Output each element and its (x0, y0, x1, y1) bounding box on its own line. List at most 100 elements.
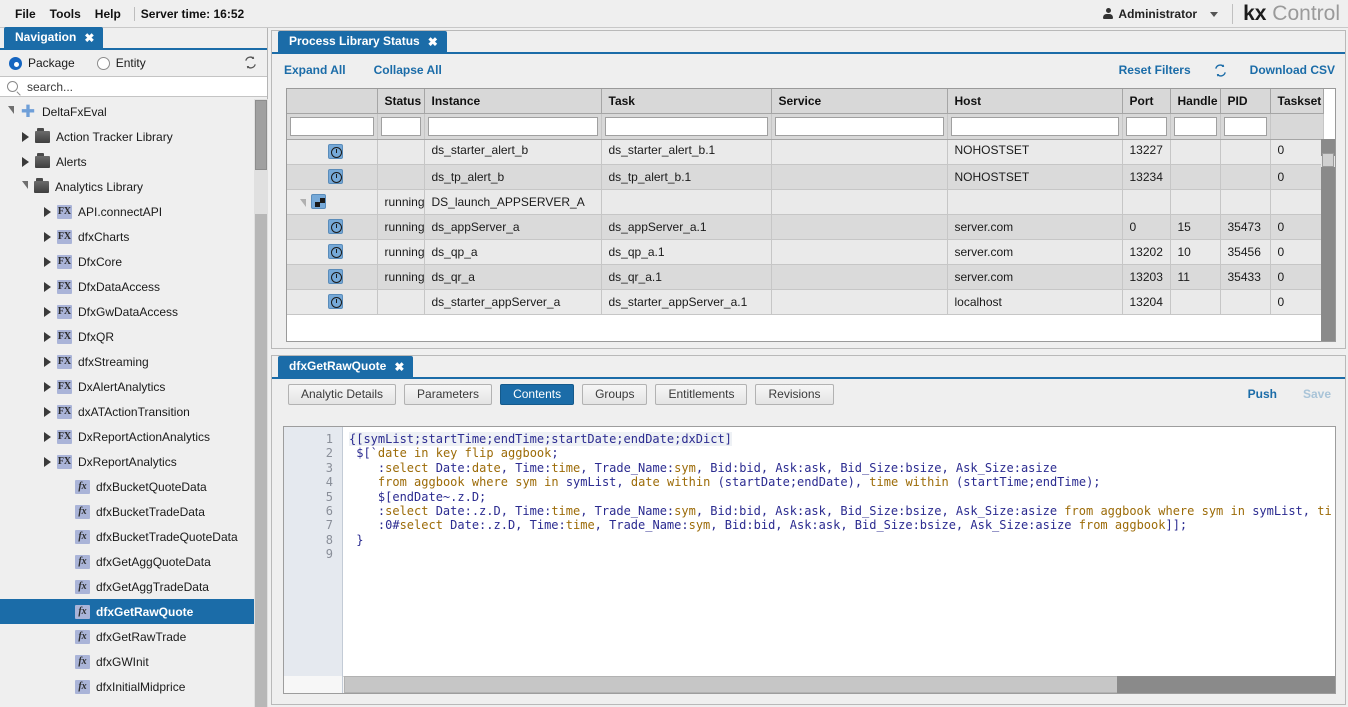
table-cell-icon[interactable] (287, 289, 378, 315)
close-icon[interactable]: ✖ (394, 361, 404, 373)
tree-item-dxalertanalytics[interactable]: FX DxAlertAnalytics (0, 374, 268, 399)
tree-item-dxreportactionanalytics[interactable]: FX DxReportActionAnalytics (0, 424, 268, 449)
chevron-right-icon[interactable] (44, 431, 51, 442)
tree-item-dfxgwdataaccess[interactable]: FX DfxGwDataAccess (0, 299, 268, 324)
table-row[interactable]: running DS_launch_APPSERVER_A (287, 189, 1324, 215)
tree-item-dfxstreaming[interactable]: FX dfxStreaming (0, 349, 268, 374)
close-icon[interactable]: ✖ (84, 32, 94, 44)
table-filter-input[interactable] (950, 116, 1119, 136)
tree-item-analytics-library[interactable]: Analytics Library (0, 174, 268, 199)
radio-package[interactable]: Package (9, 56, 75, 70)
reset-filters-button[interactable]: Reset Filters (1119, 63, 1191, 77)
table-column-header-pid[interactable]: PID (1220, 89, 1271, 114)
table-filter-cell-pid[interactable] (1220, 113, 1271, 140)
clock-icon[interactable] (328, 294, 343, 309)
code-editor[interactable]: 123456789 {[symList;startTime;endTime;st… (283, 426, 1336, 694)
chevron-right-icon[interactable] (44, 281, 51, 292)
tab-revisions[interactable]: Revisions (755, 383, 834, 405)
tree-item-dxatactiontransition[interactable]: FX dxATActionTransition (0, 399, 268, 424)
search-bar[interactable] (0, 76, 267, 97)
chevron-right-icon[interactable] (22, 131, 29, 142)
tab-dfxgetrawquote[interactable]: dfxGetRawQuote ✖ (278, 356, 414, 377)
table-column-header-status[interactable]: Status (377, 89, 425, 114)
table-filter-cell-task[interactable] (601, 113, 772, 140)
push-button[interactable]: Push (1248, 387, 1277, 401)
table-filter-cell-status[interactable] (377, 113, 425, 140)
tree-item-dfxcore[interactable]: FX DfxCore (0, 249, 268, 274)
chevron-right-icon[interactable] (44, 206, 51, 217)
tab-analytic-details[interactable]: Analytic Details (288, 383, 397, 405)
table-cell-icon[interactable] (287, 239, 378, 265)
table-filter-cell-instance[interactable] (424, 113, 602, 140)
table-filter-input[interactable] (604, 116, 768, 136)
table-row[interactable]: running ds_qp_a ds_qp_a.1 server.com 13202 10… (287, 239, 1324, 265)
editor-horizontal-scrollbar[interactable] (284, 676, 1335, 693)
table-filter-cell-handle[interactable] (1170, 113, 1221, 140)
table-filter-input[interactable] (1173, 116, 1217, 136)
clock-icon[interactable] (328, 269, 343, 284)
refresh-icon[interactable] (243, 55, 258, 70)
table-filter-cell-icon[interactable] (287, 113, 378, 140)
table-filter-input[interactable] (380, 116, 421, 136)
tree-item-dfxgetrawtrade[interactable]: fx dfxGetRawTrade (0, 624, 268, 649)
chevron-right-icon[interactable] (44, 406, 51, 417)
chevron-right-icon[interactable] (44, 231, 51, 242)
refresh-icon[interactable] (1213, 63, 1228, 78)
tab-process-library-status[interactable]: Process Library Status ✖ (278, 31, 447, 52)
search-input[interactable] (25, 78, 225, 95)
tree-item-dxreportanalytics[interactable]: FX DxReportAnalytics (0, 449, 268, 474)
clock-icon[interactable] (328, 219, 343, 234)
chevron-right-icon[interactable] (44, 331, 51, 342)
close-icon[interactable]: ✖ (428, 36, 438, 48)
tree-item-alerts[interactable]: Alerts (0, 149, 268, 174)
table-cell-icon[interactable] (287, 139, 378, 165)
table-column-header-taskset[interactable]: Taskset (1270, 89, 1324, 114)
chevron-right-icon[interactable] (44, 356, 51, 367)
table-column-header-service[interactable]: Service (771, 89, 948, 114)
tree-item-dfxbucketquotedata[interactable]: fx dfxBucketQuoteData (0, 474, 268, 499)
table-row[interactable]: running ds_qr_a ds_qr_a.1 server.com 13203 11… (287, 264, 1324, 290)
tree-item-dfxgwinit[interactable]: fx dfxGWInit (0, 649, 268, 674)
clock-icon[interactable] (328, 169, 343, 184)
table-filter-cell-service[interactable] (771, 113, 948, 140)
table-cell-icon[interactable] (287, 264, 378, 290)
table-column-header-host[interactable]: Host (947, 89, 1123, 114)
editor-code-area[interactable]: {[symList;startTime;endTime;startDate;en… (344, 427, 1335, 677)
tree-scrollbar-thumb-upper[interactable] (255, 100, 267, 170)
table-column-header-handle[interactable]: Handle (1170, 89, 1221, 114)
tree-item-dfxgetaggquotedata[interactable]: fx dfxGetAggQuoteData (0, 549, 268, 574)
tree-item-dfxbuckettradedata[interactable]: fx dfxBucketTradeData (0, 499, 268, 524)
menu-item-help[interactable]: Help (88, 5, 128, 23)
table-column-header-icon[interactable] (287, 89, 378, 114)
tree-item-deltafxeval[interactable]: ✚ DeltaFxEval (0, 99, 268, 124)
table-cell-icon[interactable] (287, 189, 378, 215)
tree-scrollbar[interactable] (254, 99, 268, 707)
editor-scrollbar-thumb[interactable] (1117, 676, 1335, 693)
user-menu-button[interactable]: Administrator (1095, 7, 1226, 21)
chevron-right-icon[interactable] (44, 456, 51, 467)
clock-icon[interactable] (328, 244, 343, 259)
table-column-header-port[interactable]: Port (1122, 89, 1171, 114)
chevron-right-icon[interactable] (22, 156, 29, 167)
group-icon[interactable] (311, 194, 326, 209)
table-filter-cell-port[interactable] (1122, 113, 1171, 140)
menu-item-file[interactable]: File (8, 5, 43, 23)
tab-parameters[interactable]: Parameters (404, 383, 493, 405)
chevron-right-icon[interactable] (44, 256, 51, 267)
chevron-right-icon[interactable] (44, 381, 51, 392)
table-row[interactable]: ds_tp_alert_b ds_tp_alert_b.1 NOHOSTSET 132… (287, 164, 1324, 190)
tree-item-dfxgetaggtradedata[interactable]: fx dfxGetAggTradeData (0, 574, 268, 599)
table-filter-cell-host[interactable] (947, 113, 1123, 140)
tree-item-dfxdataaccess[interactable]: FX DfxDataAccess (0, 274, 268, 299)
download-csv-button[interactable]: Download CSV (1250, 63, 1335, 77)
menu-item-tools[interactable]: Tools (43, 5, 88, 23)
table-cell-icon[interactable] (287, 164, 378, 190)
process-table-scrollbar-thumb[interactable] (1321, 167, 1335, 341)
chevron-right-icon[interactable] (44, 306, 51, 317)
expand-all-button[interactable]: Expand All (284, 63, 346, 77)
tree-item-api-connectapi[interactable]: FX API.connectAPI (0, 199, 268, 224)
tree-item-dfxcharts[interactable]: FX dfxCharts (0, 224, 268, 249)
tree-item-dfxgetrawquote[interactable]: fx dfxGetRawQuote (0, 599, 268, 624)
tree-item-action-tracker-library[interactable]: Action Tracker Library (0, 124, 268, 149)
table-column-header-instance[interactable]: Instance (424, 89, 602, 114)
